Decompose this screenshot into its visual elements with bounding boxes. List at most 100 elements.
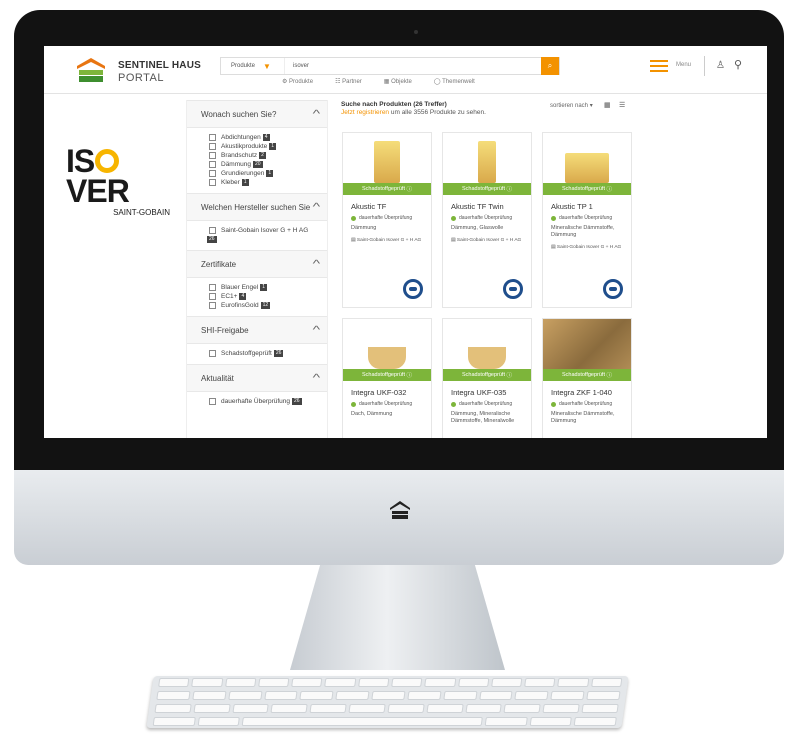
ribbon-badge: Schadstoffgeprüft ⓘ bbox=[543, 183, 631, 195]
grid-view-icon[interactable]: ▦ bbox=[604, 101, 611, 109]
checkbox[interactable] bbox=[209, 143, 216, 150]
status-text: dauerhafte Überprüfung bbox=[459, 215, 513, 221]
product-card[interactable]: Schadstoffgeprüft ⓘ Integra ZKF 1-040 da… bbox=[542, 318, 632, 438]
user-icon[interactable]: ♙ bbox=[716, 60, 725, 71]
filter-section: Welchen Hersteller suchen Sie ^ Saint-Gob… bbox=[187, 193, 327, 250]
product-title[interactable]: Integra ZKF 1-040 bbox=[543, 381, 631, 401]
count-badge: 1 bbox=[260, 284, 268, 291]
filter-option[interactable]: Saint-Gobain Isover G + H AG bbox=[209, 226, 327, 235]
count-badge: 1 bbox=[241, 179, 249, 186]
list-view-icon[interactable]: ☰ bbox=[619, 101, 625, 109]
checkbox[interactable] bbox=[209, 170, 216, 177]
menu-label[interactable]: Menu bbox=[676, 62, 691, 68]
filter-option-label: EurofinsGold bbox=[221, 302, 259, 309]
product-title[interactable]: Akustic TP 1 bbox=[543, 195, 631, 215]
certificate-seal-icon bbox=[603, 279, 623, 299]
ribbon-badge: Schadstoffgeprüft ⓘ bbox=[443, 183, 531, 195]
product-title[interactable]: Integra UKF-032 bbox=[343, 381, 431, 401]
certificate-seal-icon bbox=[503, 279, 523, 299]
filter-header[interactable]: Zertifikate ^ bbox=[187, 250, 327, 278]
checkbox[interactable] bbox=[209, 284, 216, 291]
search-bar: Produkte ▼ isover bbox=[220, 57, 560, 75]
product-card[interactable]: Schadstoffgeprüft ⓘ Akustic TP 1 dauerha… bbox=[542, 132, 632, 308]
checkbox[interactable] bbox=[209, 161, 216, 168]
filter-option[interactable]: Kleber 1 bbox=[209, 178, 327, 187]
checkbox[interactable] bbox=[209, 302, 216, 309]
status-text: dauerhafte Überprüfung bbox=[559, 401, 613, 407]
brand-line2: PORTAL bbox=[118, 72, 164, 84]
product-card[interactable]: Schadstoffgeprüft ⓘ Integra UKF-035 daue… bbox=[442, 318, 532, 438]
filter-option-label: Grundierungen bbox=[221, 170, 265, 177]
subnav-objekte[interactable]: ▦ Objekte bbox=[384, 78, 412, 85]
filter-section: Aktualität ^ dauerhafte Überprüfung 26 bbox=[187, 364, 327, 412]
search-category-select[interactable]: Produkte ▼ bbox=[221, 58, 285, 74]
product-card[interactable]: Schadstoffgeprüft ⓘ Integra UKF-032 daue… bbox=[342, 318, 432, 438]
filter-option[interactable]: EurofinsGold 12 bbox=[209, 301, 327, 310]
product-image bbox=[343, 133, 431, 183]
monitor-stand bbox=[290, 565, 505, 670]
filter-title: Zertifikate bbox=[201, 259, 237, 269]
register-hint-text: um alle 3556 Produkte zu sehen. bbox=[390, 109, 486, 116]
filter-header[interactable]: Aktualität ^ bbox=[187, 364, 327, 392]
paperclip-icon[interactable]: ⚲ bbox=[734, 58, 742, 71]
checkbox[interactable] bbox=[209, 152, 216, 159]
filter-option[interactable]: Grundierungen 1 bbox=[209, 169, 327, 178]
search-button[interactable]: ⌕ bbox=[541, 57, 559, 75]
checkbox[interactable] bbox=[209, 134, 216, 141]
hamburger-menu-icon[interactable] bbox=[650, 60, 668, 72]
checkbox[interactable] bbox=[209, 179, 216, 186]
product-title[interactable]: Akustic TF Twin bbox=[443, 195, 531, 215]
filter-option[interactable]: EC1+ 4 bbox=[209, 292, 327, 301]
filter-header[interactable]: Wonach suchen Sie? ^ bbox=[187, 100, 327, 128]
chin-house-logo-icon bbox=[390, 501, 410, 519]
product-title[interactable]: Akustic TF bbox=[343, 195, 431, 215]
product-card[interactable]: Schadstoffgeprüft ⓘ Akustic TF Twin daue… bbox=[442, 132, 532, 308]
chevron-down-icon: ▼ bbox=[263, 61, 271, 71]
checkbox[interactable] bbox=[209, 398, 216, 405]
chevron-up-icon: ^ bbox=[312, 258, 321, 270]
product-image bbox=[543, 133, 631, 183]
subnav-themenwelt[interactable]: ◯ Themenwelt bbox=[434, 78, 475, 85]
top-bar: SENTINEL HAUS PORTAL Produkte ▼ isover ⌕ … bbox=[44, 46, 767, 94]
filter-option[interactable]: Brandschutz 2 bbox=[209, 151, 327, 160]
filter-option-label: Akustikprodukte bbox=[221, 143, 268, 150]
filter-header[interactable]: Welchen Hersteller suchen Sie ^ bbox=[187, 193, 327, 221]
filter-option[interactable]: Akustikprodukte 1 bbox=[209, 142, 327, 151]
register-link[interactable]: Jetzt registrieren bbox=[341, 109, 389, 116]
subnav-produkte[interactable]: ⚙ Produkte bbox=[282, 78, 313, 85]
search-input[interactable]: isover bbox=[285, 63, 559, 69]
filter-option[interactable]: Schadstoffgeprüft 26 bbox=[209, 349, 327, 358]
count-badge: 12 bbox=[260, 302, 271, 309]
filter-option[interactable]: dauerhafte Überprüfung 26 bbox=[209, 397, 327, 406]
filter-header[interactable]: SHI-Freigabe ^ bbox=[187, 316, 327, 344]
product-title[interactable]: Integra UKF-035 bbox=[443, 381, 531, 401]
filter-option-label: dauerhafte Überprüfung bbox=[221, 398, 291, 405]
isover-logo: ISVER SAINT-GOBAIN bbox=[66, 143, 176, 217]
checkbox[interactable] bbox=[209, 293, 216, 300]
subnav-partner[interactable]: ☷ Partner bbox=[335, 78, 362, 85]
checkbox[interactable] bbox=[209, 350, 216, 357]
status-dot-icon bbox=[451, 401, 456, 407]
status-text: dauerhafte Überprüfung bbox=[459, 401, 513, 407]
screen: SENTINEL HAUS PORTAL Produkte ▼ isover ⌕ … bbox=[44, 46, 767, 438]
filter-option-label: Brandschutz bbox=[221, 152, 258, 159]
checkbox[interactable] bbox=[209, 227, 216, 234]
filter-option-label: Schadstoffgeprüft bbox=[221, 350, 272, 357]
filter-option[interactable]: Abdichtungen 4 bbox=[209, 133, 327, 142]
isover-wordmark: ISVER bbox=[66, 143, 130, 209]
filter-option-label: Blauer Engel bbox=[221, 284, 259, 291]
filter-option[interactable]: Dämmung 20 bbox=[209, 160, 327, 169]
filter-option[interactable]: Blauer Engel 1 bbox=[209, 283, 327, 292]
sub-navigation: ⚙ Produkte ☷ Partner ▦ Objekte ◯ Themenw… bbox=[282, 78, 475, 85]
product-category: Mineralische Dämmstoffe, Dämmung bbox=[551, 225, 615, 238]
product-card[interactable]: Schadstoffgeprüft ⓘ Akustic TF dauerhaft… bbox=[342, 132, 432, 308]
product-category: Dämmung bbox=[351, 225, 377, 231]
sort-dropdown[interactable]: sortieren nach ▾ bbox=[550, 102, 593, 109]
product-category: Mineralische Dämmstoffe, Dämmung bbox=[551, 411, 615, 424]
status-text: dauerhafte Überprüfung bbox=[359, 401, 413, 407]
filter-title: SHI-Freigabe bbox=[201, 325, 249, 335]
chevron-up-icon: ^ bbox=[312, 324, 321, 336]
chevron-up-icon: ^ bbox=[312, 108, 321, 120]
sentinel-haus-logo-icon[interactable] bbox=[74, 56, 108, 84]
sort-label: sortieren nach bbox=[550, 103, 589, 109]
